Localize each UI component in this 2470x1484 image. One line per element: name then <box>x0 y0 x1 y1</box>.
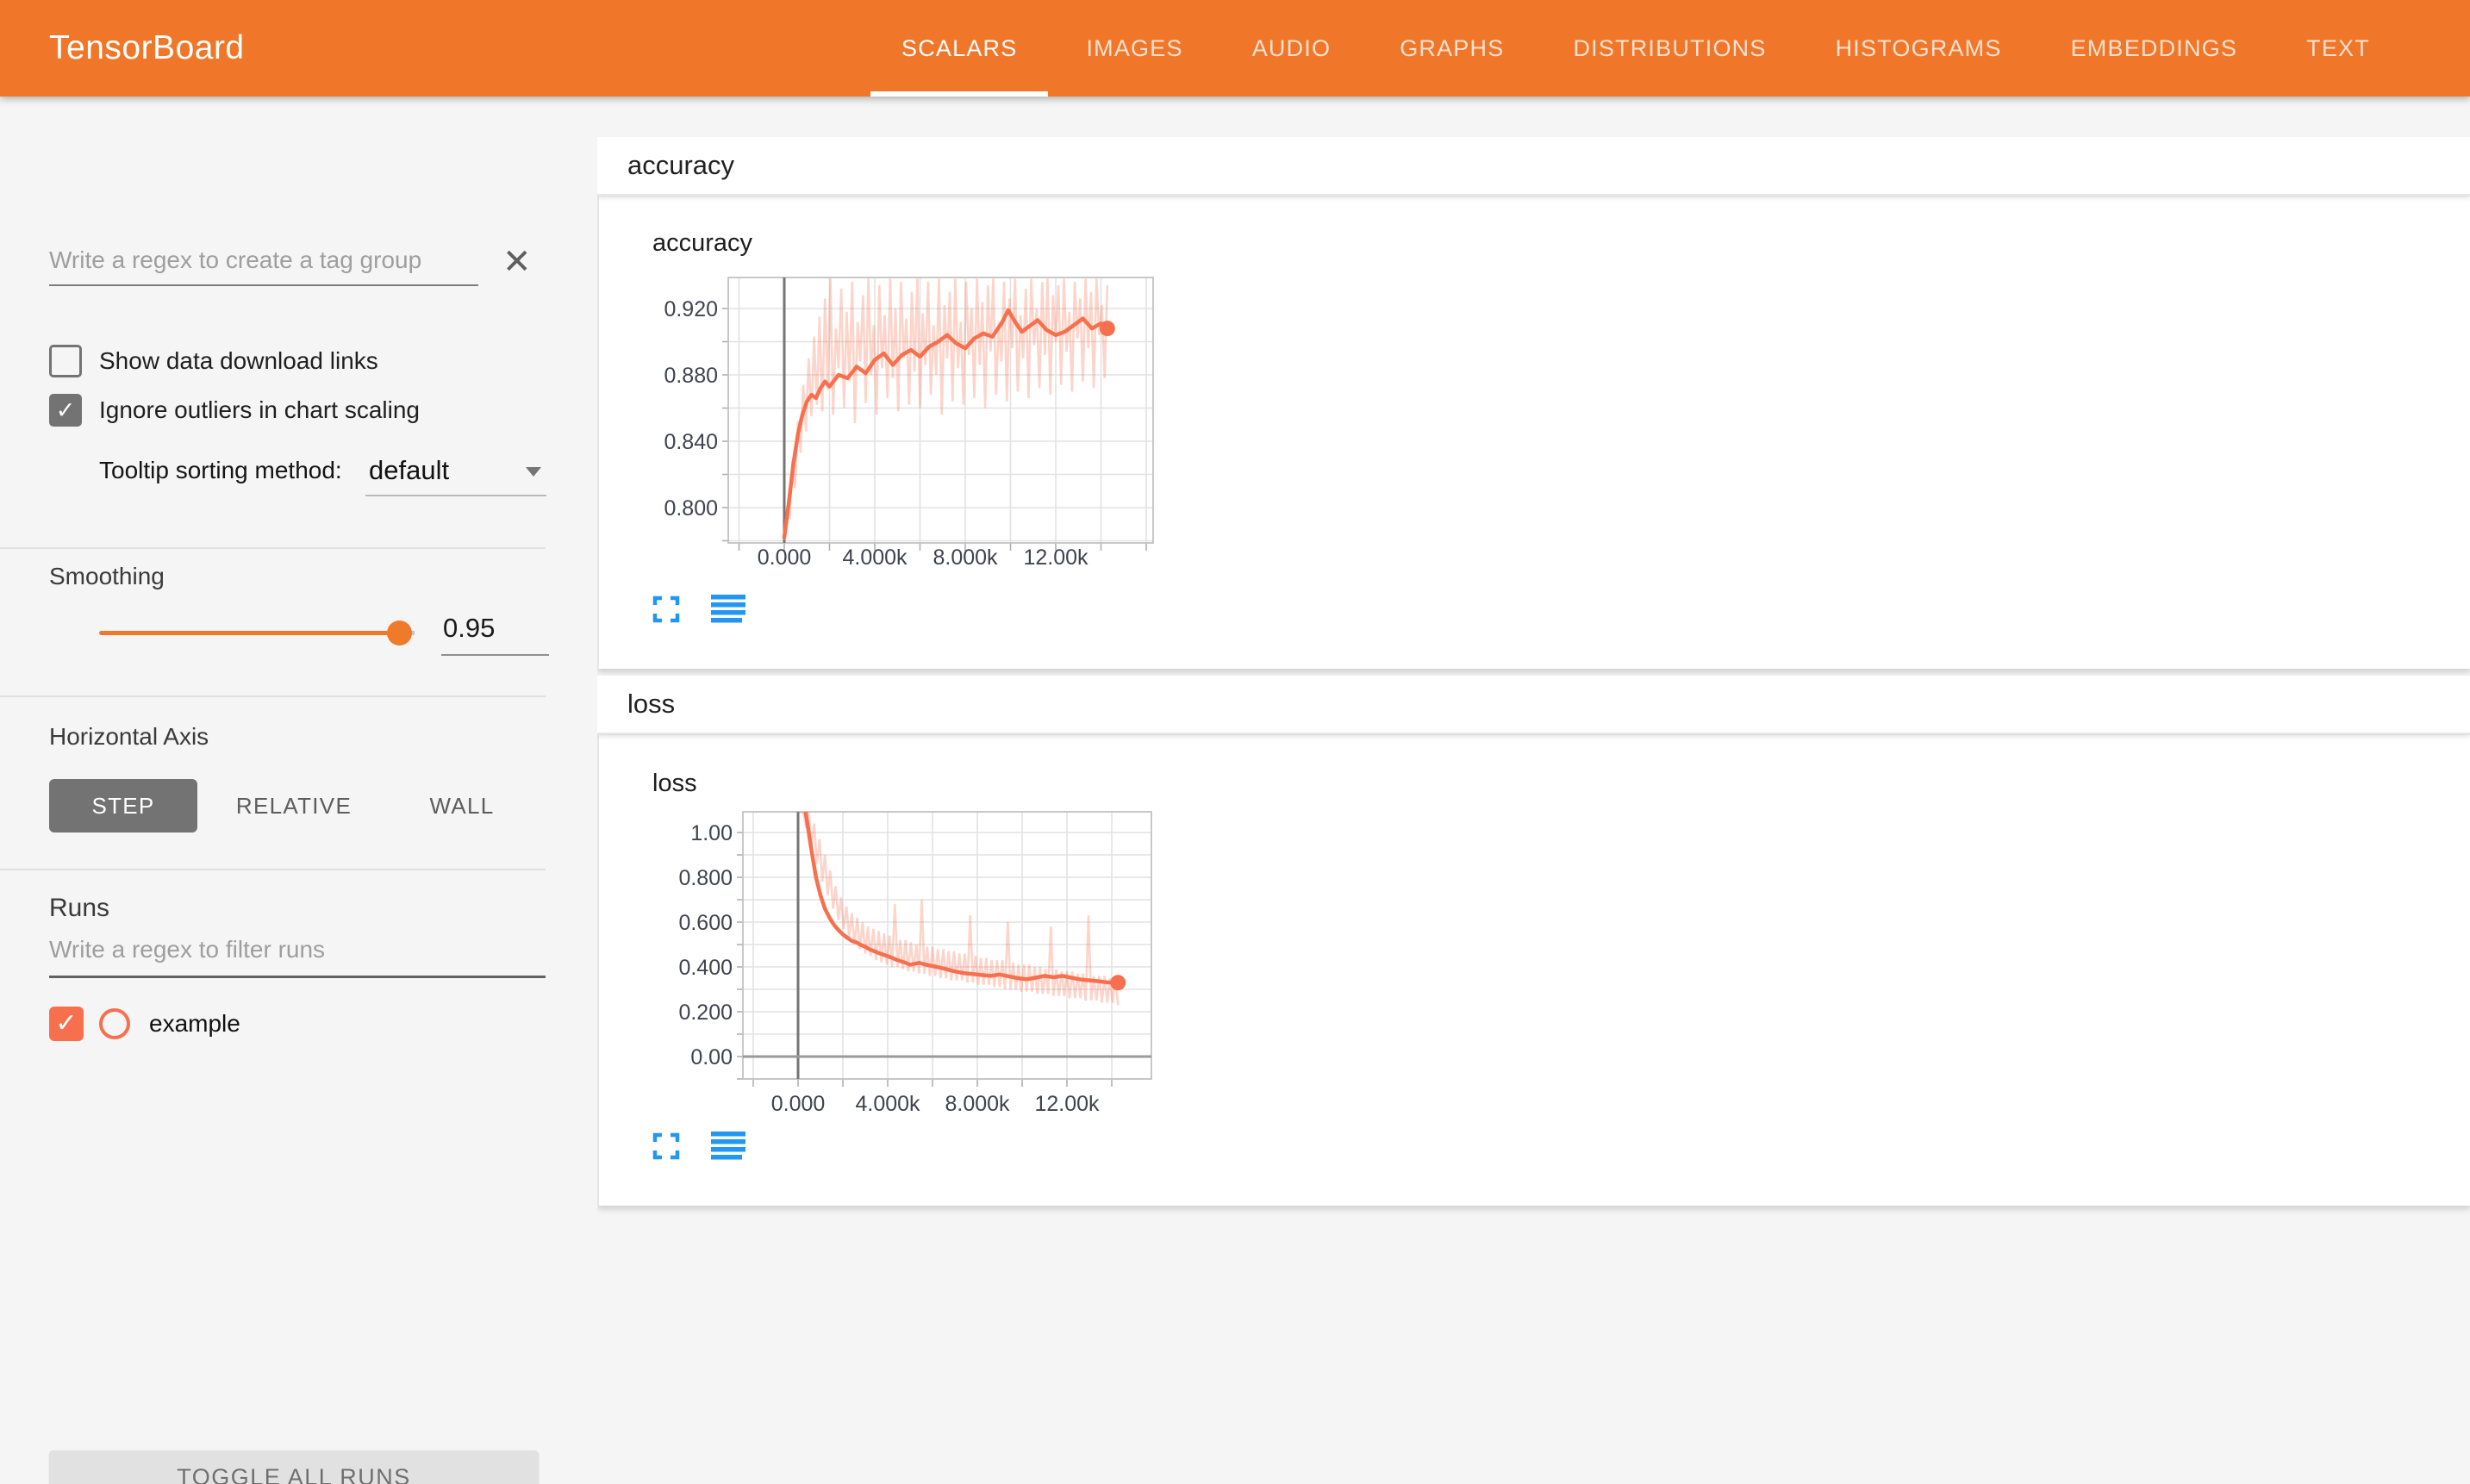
horizontal-lines-icon[interactable] <box>711 595 745 624</box>
tab-histograms[interactable]: HISTOGRAMS <box>1801 0 2037 97</box>
checkbox-icon[interactable]: ✓ <box>49 394 82 427</box>
show-download-links-checkbox[interactable]: ✓ Show data download links <box>49 345 378 377</box>
ignore-outliers-checkbox[interactable]: ✓ Ignore outliers in chart scaling <box>49 394 420 427</box>
run-checkbox[interactable]: ✓ <box>49 1007 84 1041</box>
svg-text:0.800: 0.800 <box>678 866 733 890</box>
smoothing-slider-handle[interactable] <box>387 620 412 645</box>
svg-text:0.600: 0.600 <box>678 911 733 935</box>
tab-scalars[interactable]: SCALARS <box>867 0 1051 97</box>
chevron-down-icon <box>526 467 541 477</box>
divider <box>0 695 546 697</box>
tab-distributions[interactable]: DISTRIBUTIONS <box>1538 0 1800 97</box>
svg-text:0.800: 0.800 <box>664 496 718 521</box>
horizontal-lines-icon[interactable] <box>711 1132 745 1161</box>
tooltip-sorting-dropdown[interactable]: default <box>365 448 546 496</box>
svg-text:0.00: 0.00 <box>690 1045 733 1069</box>
smoothing-value-input[interactable] <box>441 612 549 656</box>
axis-wall-button[interactable]: WALL <box>429 779 495 832</box>
tag-filter-field <box>49 241 478 286</box>
svg-text:0.200: 0.200 <box>678 1001 733 1025</box>
svg-text:1.00: 1.00 <box>690 821 733 845</box>
runs-heading: Runs <box>49 894 109 923</box>
app-bar: TensorBoard SCALARS IMAGES AUDIO GRAPHS … <box>0 0 2470 97</box>
fullscreen-icon[interactable] <box>652 595 680 623</box>
svg-text:0.000: 0.000 <box>771 1092 826 1116</box>
check-icon: ✓ <box>55 1011 77 1037</box>
tab-graphs[interactable]: GRAPHS <box>1365 0 1538 97</box>
svg-text:8.000k: 8.000k <box>932 546 998 570</box>
tab-embeddings[interactable]: EMBEDDINGS <box>2037 0 2273 97</box>
svg-text:12.00k: 12.00k <box>1023 546 1088 570</box>
checkbox-label: Ignore outliers in chart scaling <box>99 396 420 424</box>
fullscreen-icon[interactable] <box>652 1132 680 1160</box>
dropdown-value: default <box>369 455 449 486</box>
runs-filter-field <box>49 932 546 978</box>
tooltip-sorting-label: Tooltip sorting method: <box>99 457 342 484</box>
axis-step-button[interactable]: STEP <box>49 779 197 832</box>
section-header-loss[interactable]: loss <box>597 676 2470 734</box>
top-tabs: SCALARS IMAGES AUDIO GRAPHS DISTRIBUTION… <box>867 0 2405 97</box>
tab-text[interactable]: TEXT <box>2272 0 2405 97</box>
check-icon: ✓ <box>56 399 76 422</box>
svg-text:0.400: 0.400 <box>678 956 733 980</box>
divider <box>0 869 546 870</box>
close-icon[interactable]: ✕ <box>502 245 532 279</box>
svg-text:4.000k: 4.000k <box>855 1092 920 1116</box>
tab-audio[interactable]: AUDIO <box>1218 0 1366 97</box>
smoothing-slider-track[interactable] <box>99 631 399 635</box>
svg-text:8.000k: 8.000k <box>945 1092 1010 1116</box>
run-color-swatch[interactable] <box>99 1008 130 1039</box>
section-title: loss <box>627 689 675 720</box>
axis-relative-button[interactable]: RELATIVE <box>238 779 350 832</box>
toggle-all-runs-button[interactable]: TOGGLE ALL RUNS <box>49 1450 539 1484</box>
tensorboard-app: TensorBoard SCALARS IMAGES AUDIO GRAPHS … <box>0 0 2470 1484</box>
svg-text:4.000k: 4.000k <box>842 546 908 570</box>
horizontal-axis-heading: Horizontal Axis <box>49 723 209 751</box>
settings-sidebar: ✕ ✓ Show data download links ✓ Ignore ou… <box>0 97 597 1484</box>
run-label: example <box>149 1010 240 1038</box>
divider <box>0 547 546 549</box>
smoothing-heading: Smoothing <box>49 563 165 590</box>
svg-text:0.920: 0.920 <box>664 297 718 321</box>
runs-filter-input[interactable] <box>49 932 546 978</box>
chart-toolbar <box>652 595 745 624</box>
tag-filter-input[interactable] <box>49 241 478 286</box>
svg-text:0.880: 0.880 <box>664 364 718 388</box>
checkbox-label: Show data download links <box>99 347 378 375</box>
section-title: accuracy <box>627 150 734 181</box>
run-item-example[interactable]: ✓ example <box>49 1007 240 1041</box>
svg-text:0.840: 0.840 <box>664 430 718 454</box>
chart-toolbar <box>652 1132 745 1161</box>
tooltip-sorting-row: Tooltip sorting method: default <box>99 448 547 496</box>
app-title: TensorBoard <box>49 29 245 67</box>
svg-text:12.00k: 12.00k <box>1034 1092 1100 1116</box>
accuracy-chart-card: accuracy 0.9200.8800.8400.8000.0004.000k… <box>597 196 2470 669</box>
svg-text:0.000: 0.000 <box>758 546 812 570</box>
loss-chart-card: loss 1.000.8000.6000.4000.2000.000.0004.… <box>597 735 2470 1206</box>
checkbox-icon[interactable]: ✓ <box>49 345 82 377</box>
tab-images[interactable]: IMAGES <box>1051 0 1217 97</box>
section-header-accuracy[interactable]: accuracy <box>597 137 2470 196</box>
